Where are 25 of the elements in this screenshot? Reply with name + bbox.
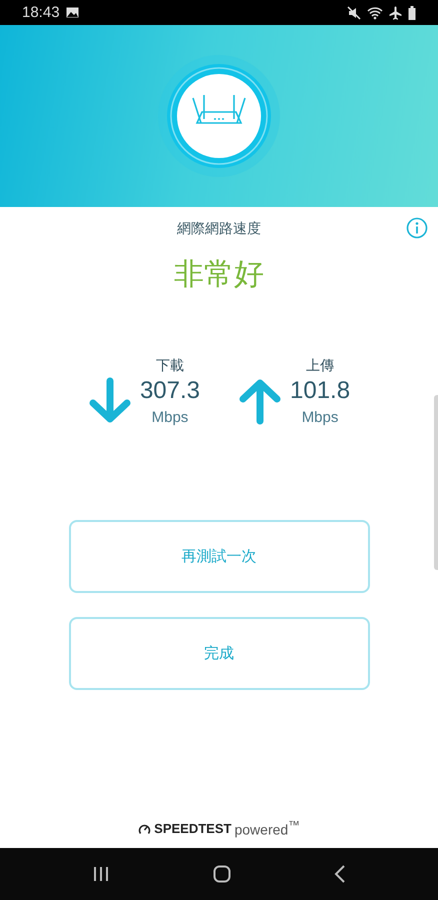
home-icon[interactable]	[212, 865, 231, 883]
airplane-icon	[389, 6, 402, 20]
stat-unit: Mbps	[302, 409, 338, 426]
down-arrow-icon	[88, 376, 132, 424]
up-arrow-icon	[238, 376, 282, 424]
stat-unit: Mbps	[152, 409, 188, 426]
wifi-icon	[367, 6, 383, 20]
battery-icon	[408, 6, 416, 20]
stat-label: 下載	[156, 357, 184, 375]
status-time: 18:43	[22, 4, 60, 21]
stat-label: 上傳	[306, 357, 334, 375]
stat-value: 101.8	[290, 377, 350, 405]
action-button[interactable]: 再測試一次	[68, 520, 370, 593]
gauge-icon	[138, 822, 152, 835]
stat-value: 307.3	[140, 377, 200, 405]
image-icon	[66, 7, 79, 18]
powered-label: powered$^{™}$	[234, 819, 300, 838]
speedtest-logo: SPEEDTEST	[154, 821, 232, 836]
section-title: 網際網路速度	[177, 220, 261, 239]
edge-panel-handle[interactable]	[434, 395, 438, 570]
mute-icon	[347, 6, 361, 20]
recent-apps-icon[interactable]	[92, 866, 110, 882]
back-icon[interactable]	[334, 865, 346, 883]
action-button[interactable]: 完成	[68, 617, 370, 690]
speed-rating: 非常好	[173, 256, 265, 294]
